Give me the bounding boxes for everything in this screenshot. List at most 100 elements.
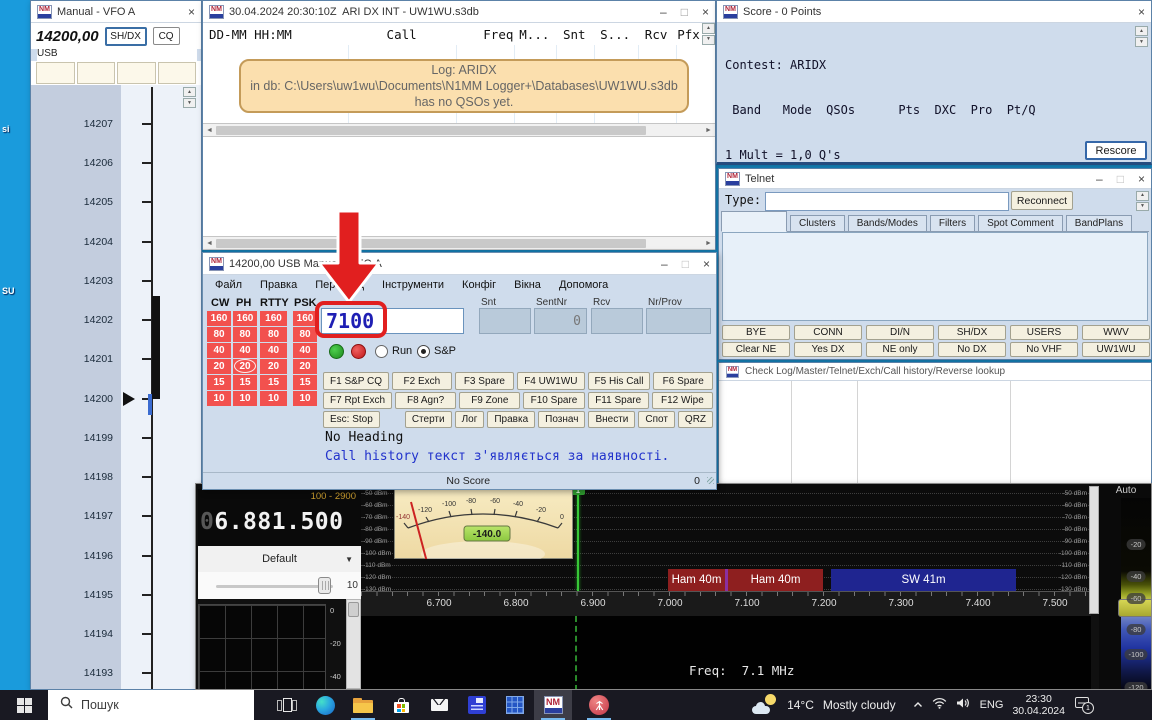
- floppy-app-button[interactable]: [458, 690, 496, 720]
- f1-button[interactable]: F1 S&P CQ: [323, 372, 389, 390]
- telnet-yesdx-button[interactable]: Yes DX: [794, 342, 862, 357]
- tray-chevron-icon[interactable]: [913, 696, 923, 714]
- band-button[interactable]: 15: [207, 375, 231, 390]
- esc-stop-button[interactable]: Esc: Stop: [323, 411, 380, 428]
- notification-button[interactable]: 1: [1074, 696, 1094, 714]
- sp-radio[interactable]: [417, 345, 430, 358]
- minimize-icon[interactable]: –: [660, 5, 667, 19]
- bandmap-field[interactable]: [158, 62, 197, 84]
- scroll-thumb[interactable]: [216, 126, 646, 135]
- menu-file[interactable]: Файл: [215, 279, 242, 291]
- telnet-output-pane[interactable]: [722, 232, 1148, 321]
- band-button-selected[interactable]: 20: [233, 359, 257, 374]
- menu-edit[interactable]: Правка: [260, 279, 297, 291]
- menu-config[interactable]: Конфіг: [462, 279, 496, 291]
- band-button[interactable]: 15: [293, 375, 317, 390]
- reconnect-button[interactable]: Reconnect: [1011, 191, 1073, 210]
- log-col-pfx[interactable]: Pfx: [675, 27, 702, 42]
- band-button[interactable]: 15: [233, 375, 257, 390]
- tab-clusters[interactable]: Clusters: [790, 215, 845, 231]
- sdr-app-button[interactable]: [580, 690, 618, 720]
- tab-filters[interactable]: Filters: [930, 215, 975, 231]
- band-button[interactable]: 10: [260, 391, 287, 406]
- waterfall-display[interactable]: Freq: 7.1 MHz: [361, 616, 1091, 690]
- mail-button[interactable]: [420, 690, 458, 720]
- edit-button[interactable]: Правка: [487, 411, 535, 428]
- telnet-bye-button[interactable]: BYE: [722, 325, 790, 340]
- band-button[interactable]: 160: [260, 311, 287, 326]
- band-button[interactable]: 15: [260, 375, 287, 390]
- telnet-users-button[interactable]: USERS: [1010, 325, 1078, 340]
- tab-main[interactable]: [721, 211, 787, 232]
- telnet-type-input[interactable]: [765, 192, 1009, 211]
- close-icon[interactable]: ×: [702, 5, 709, 19]
- telnet-uw1wu-button[interactable]: UW1WU: [1082, 342, 1150, 357]
- rcv-field[interactable]: [591, 308, 643, 334]
- wipe-button[interactable]: Стерти: [405, 411, 452, 428]
- volume-slider-handle[interactable]: [318, 577, 331, 594]
- snt-field[interactable]: [479, 308, 531, 334]
- maximize-icon[interactable]: □: [681, 5, 688, 19]
- maximize-icon[interactable]: □: [682, 257, 689, 271]
- score-spinner[interactable]: ▲▼: [1135, 26, 1148, 47]
- bandmap-field[interactable]: [117, 62, 156, 84]
- scroll-right-icon[interactable]: ►: [702, 124, 715, 136]
- log-spinner[interactable]: ▲▼: [702, 23, 715, 45]
- band-button[interactable]: 40: [207, 343, 231, 358]
- log-col-freq[interactable]: Freq: [456, 27, 514, 42]
- sdr-frequency-panel[interactable]: 100 - 2900 06.881.500: [198, 489, 361, 546]
- n1mm-app-button[interactable]: NM: [534, 690, 572, 720]
- telnet-wwv-button[interactable]: WWV: [1082, 325, 1150, 340]
- wifi-icon[interactable]: [932, 696, 947, 714]
- store-button[interactable]: Внести: [588, 411, 635, 428]
- menu-help[interactable]: Допомога: [559, 279, 608, 291]
- log-col-snt[interactable]: Snt: [555, 27, 593, 42]
- log-col-call[interactable]: Call: [348, 27, 456, 42]
- store-button[interactable]: [382, 690, 420, 720]
- spot-button[interactable]: Спот: [638, 411, 675, 428]
- band-button[interactable]: 20: [207, 359, 231, 374]
- close-icon[interactable]: ×: [703, 257, 710, 271]
- shdx-button[interactable]: SH/DX: [105, 27, 147, 46]
- band-button[interactable]: 10: [293, 391, 317, 406]
- volume-slider-track[interactable]: [216, 585, 333, 588]
- log-col-rcv[interactable]: Rcv: [637, 27, 675, 42]
- band-button[interactable]: 40: [260, 343, 287, 358]
- log-col-s[interactable]: S...: [593, 27, 637, 42]
- f8-button[interactable]: F8 Agn?: [395, 392, 456, 409]
- minimize-icon[interactable]: –: [661, 257, 668, 271]
- log-col-mode[interactable]: M...: [513, 27, 555, 42]
- telnet-conn-button[interactable]: CONN: [794, 325, 862, 340]
- log-scrollbar-top[interactable]: ◄ ►: [203, 123, 715, 137]
- close-icon[interactable]: ×: [1138, 172, 1145, 186]
- scroll-left-icon[interactable]: ◄: [203, 237, 216, 249]
- f10-button[interactable]: F10 Spare: [523, 392, 584, 409]
- weather-desc[interactable]: Mostly cloudy: [823, 698, 896, 712]
- spreadsheet-app-button[interactable]: [496, 690, 534, 720]
- band-button[interactable]: 40: [233, 343, 257, 358]
- f3-button[interactable]: F3 Spare: [455, 372, 515, 390]
- scroll-right-icon[interactable]: ►: [702, 237, 715, 249]
- search-box[interactable]: Пошук: [48, 690, 254, 720]
- file-explorer-button[interactable]: [344, 690, 382, 720]
- qrz-button[interactable]: QRZ: [678, 411, 713, 428]
- close-icon[interactable]: ×: [1138, 5, 1145, 19]
- band-button[interactable]: 80: [260, 327, 287, 342]
- bandmap-scale-area[interactable]: 14207 14206 14205 14204 14203 14202 1420…: [31, 85, 201, 689]
- resize-grip-icon[interactable]: [707, 477, 714, 484]
- band-button[interactable]: 20: [293, 359, 317, 374]
- mark-button[interactable]: Познач: [538, 411, 585, 428]
- band-button[interactable]: 160: [233, 311, 257, 326]
- f4-button[interactable]: F4 UW1WU: [517, 372, 584, 390]
- f12-button[interactable]: F12 Wipe: [652, 392, 713, 409]
- sdr-side-scrollbar[interactable]: [346, 599, 361, 689]
- clock[interactable]: 23:30 30.04.2024: [1012, 693, 1065, 717]
- tab-bandplans[interactable]: BandPlans: [1066, 215, 1132, 231]
- tab-bands-modes[interactable]: Bands/Modes: [848, 215, 927, 231]
- f11-button[interactable]: F11 Spare: [588, 392, 649, 409]
- band-button[interactable]: 20: [260, 359, 287, 374]
- cq-button[interactable]: CQ: [153, 27, 180, 45]
- log-button[interactable]: Лог: [455, 411, 485, 428]
- telnet-spinner[interactable]: ▲▼: [1136, 191, 1149, 211]
- log-scrollbar-bottom[interactable]: ◄ ►: [203, 236, 715, 250]
